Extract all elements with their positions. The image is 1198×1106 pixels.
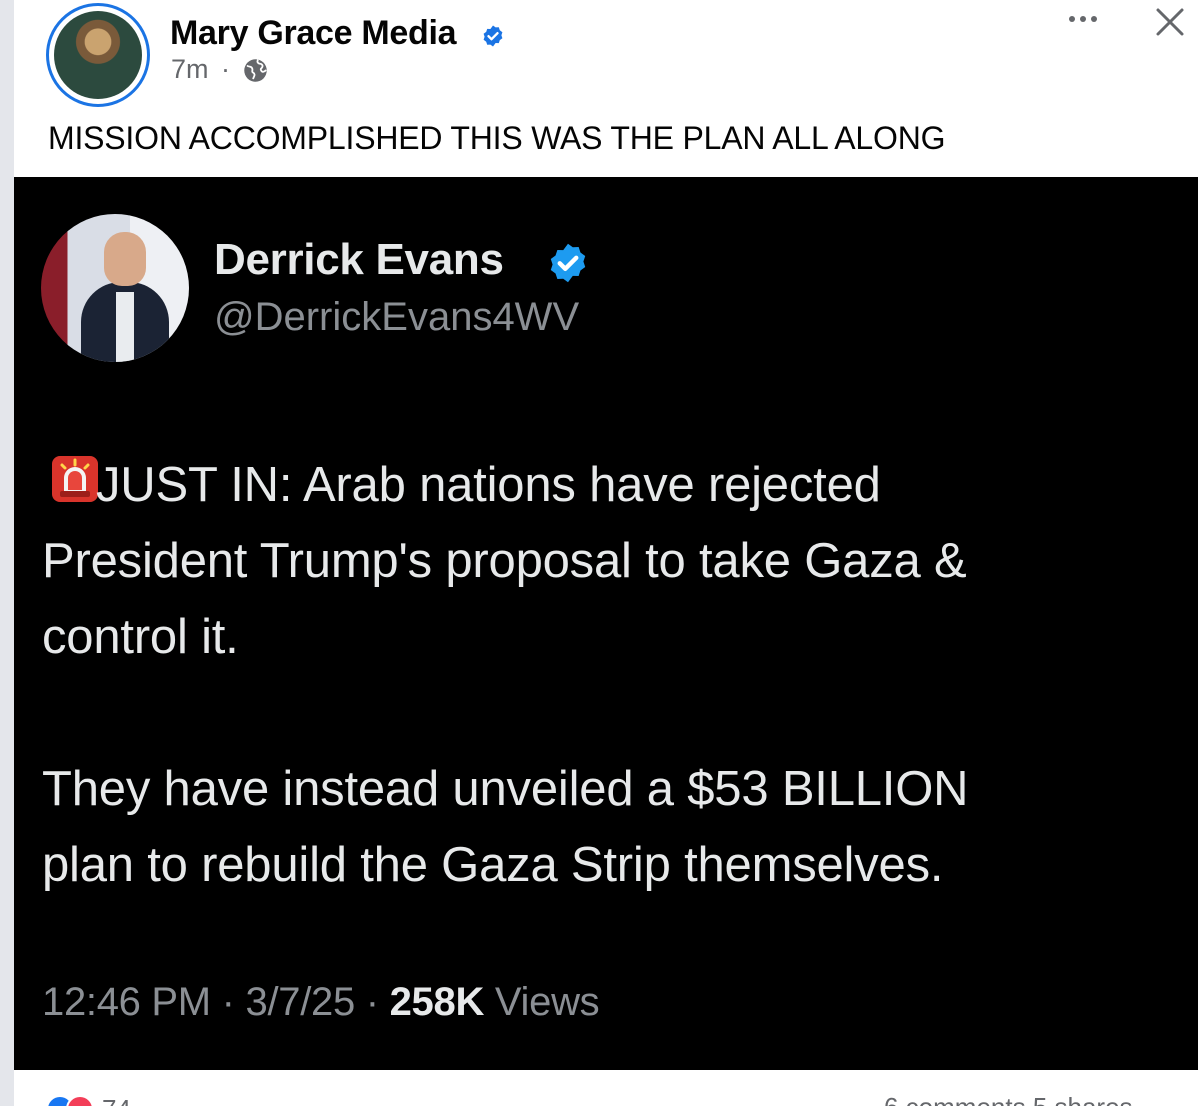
tweet-text-line: President Trump's proposal to take Gaza … [42,534,967,588]
tweet-time: 12:46 PM [42,980,211,1024]
reaction-summary[interactable]: 74 [46,1094,131,1106]
tweet-author-name: Derrick Evans [214,235,504,284]
tweet-views-label: Views [494,980,600,1024]
close-icon[interactable] [1150,2,1190,42]
meta-separator: · [221,980,235,1024]
globe-icon[interactable] [242,57,269,84]
feed-edge [0,0,14,1106]
tweet-author-avatar [41,214,189,362]
meta-separator: · [221,54,230,84]
tweet-text: JUST IN: Arab nations have rejected Pres… [42,447,1172,903]
tweet-text-line: control it. [42,610,239,664]
tweet-text-line: plan to rebuild the Gaza Strip themselve… [42,838,944,892]
love-reaction-icon [66,1095,94,1106]
tweet-screenshot[interactable]: Derrick Evans @DerrickEvans4WV JUST IN: … [14,177,1198,1070]
author-name[interactable]: Mary Grace Media [170,14,457,53]
tweet-meta: 12:46 PM · 3/7/25 · 258K Views [42,980,600,1025]
tweet-views-count: 258K [389,980,485,1024]
more-options-icon[interactable] [1063,8,1103,30]
avatar-image [54,11,142,99]
tweet-date: 3/7/25 [245,980,356,1024]
tweet-author-handle: @DerrickEvans4WV [214,295,580,339]
meta-separator: · [365,980,379,1024]
post-timestamp[interactable]: 7m [171,54,209,85]
facebook-post: Mary Grace Media 7m · MISSION ACCOMPLISH… [0,0,1198,1106]
tweet-text-line: They have instead unveiled a $53 BILLION [42,762,969,816]
reaction-count: 74 [102,1094,131,1106]
post-caption: MISSION ACCOMPLISHED THIS WAS THE PLAN A… [48,120,946,156]
engagement-summary[interactable]: 6 comments 5 shares [884,1092,1133,1106]
verified-badge-icon [550,243,586,283]
author-avatar[interactable] [46,3,150,107]
verified-badge-icon [483,25,503,47]
tweet-text-line: JUST IN: Arab nations have rejected [96,458,881,512]
